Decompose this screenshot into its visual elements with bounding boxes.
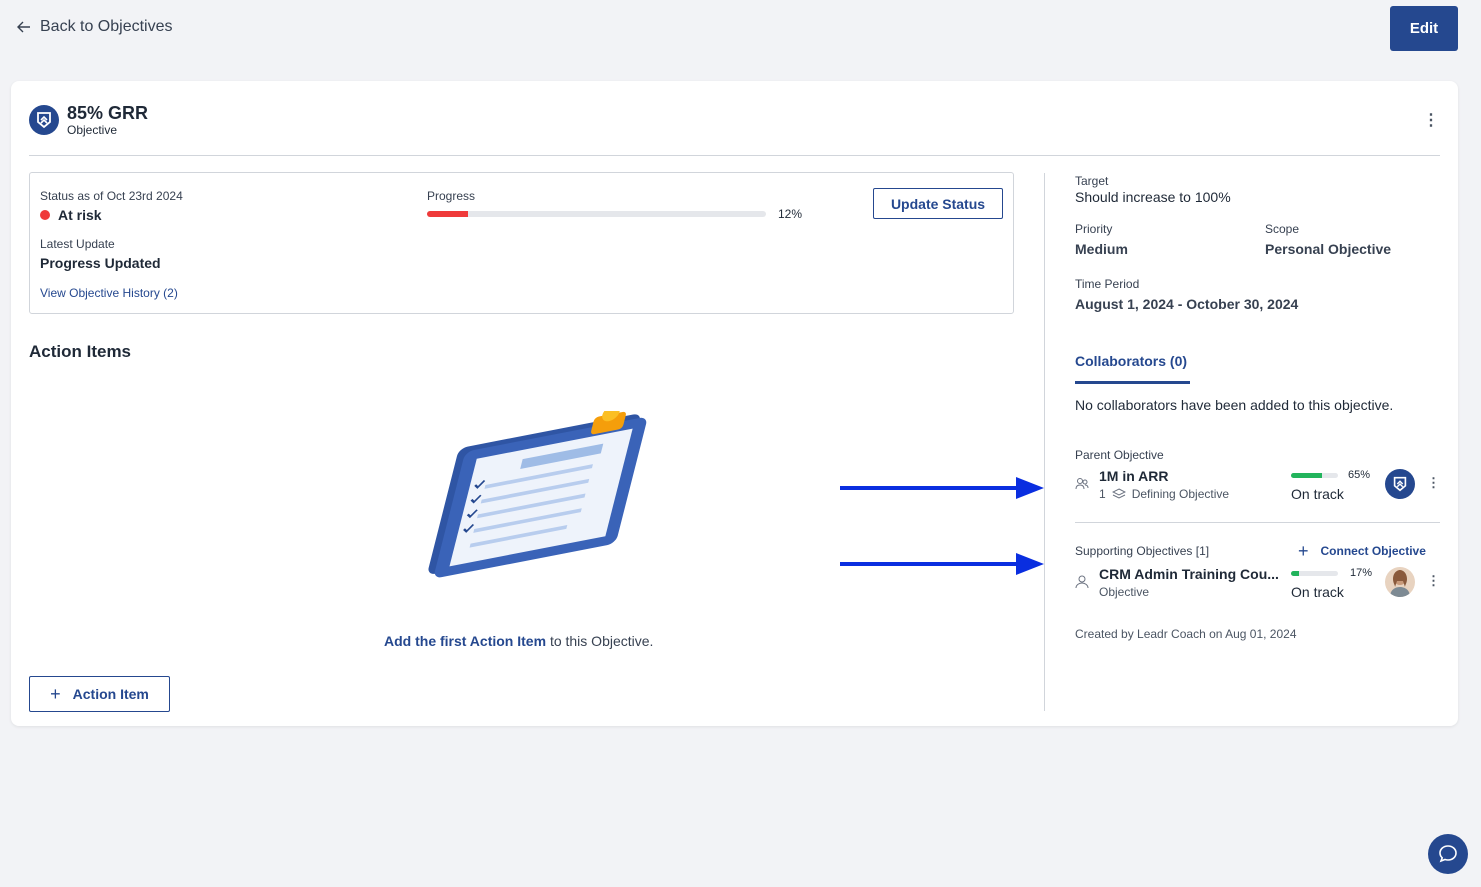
parent-objective-count: 1 bbox=[1099, 487, 1106, 501]
plus-icon: + bbox=[50, 684, 61, 704]
back-to-objectives-link[interactable]: Back to Objectives bbox=[16, 18, 173, 36]
supporting-progress-bar bbox=[1291, 571, 1338, 576]
connect-objective-label: Connect Objective bbox=[1320, 544, 1426, 558]
arrow-right-icon bbox=[840, 477, 1044, 499]
plus-icon: + bbox=[1298, 541, 1309, 561]
progress-bar bbox=[427, 211, 766, 217]
progress-percent: 12% bbox=[778, 207, 803, 221]
chat-bubble-icon bbox=[1439, 845, 1457, 863]
divider bbox=[29, 155, 1440, 156]
parent-status: On track bbox=[1291, 486, 1344, 502]
tab-collaborators[interactable]: Collaborators (0) bbox=[1075, 353, 1187, 369]
parent-objective-title[interactable]: 1M in ARR bbox=[1099, 468, 1168, 484]
scope-label: Scope bbox=[1265, 222, 1300, 236]
parent-progress-percent: 65% bbox=[1348, 469, 1371, 481]
scope-value: Personal Objective bbox=[1265, 241, 1392, 257]
parent-progress-fill bbox=[1291, 473, 1322, 478]
connect-objective-button[interactable]: + Connect Objective bbox=[1298, 542, 1426, 560]
update-status-button[interactable]: Update Status bbox=[873, 188, 1003, 219]
parent-objective-type: Defining Objective bbox=[1131, 487, 1230, 501]
divider bbox=[1075, 522, 1440, 523]
supporting-more-options-icon[interactable]: ⋮ bbox=[1427, 574, 1440, 587]
supporting-objective-title[interactable]: CRM Admin Training Cou... bbox=[1099, 566, 1279, 582]
person-icon bbox=[1075, 575, 1089, 589]
objective-type: Objective bbox=[67, 123, 118, 137]
supporting-objectives-label: Supporting Objectives [1] bbox=[1075, 544, 1210, 558]
no-collaborators-text: No collaborators have been added to this… bbox=[1075, 397, 1394, 413]
parent-objective-sub: 1 Defining Objective bbox=[1099, 487, 1229, 501]
vertical-divider bbox=[1044, 173, 1045, 711]
avatar bbox=[1385, 567, 1415, 597]
status-value: At risk bbox=[40, 207, 102, 223]
progress-label: Progress bbox=[427, 189, 476, 203]
add-action-item-button[interactable]: + Action Item bbox=[29, 676, 170, 712]
action-items-empty-state: Add the first Action Item to this Object… bbox=[384, 633, 653, 649]
target-value: Should increase to 100% bbox=[1075, 189, 1231, 205]
view-history-link[interactable]: View Objective History (2) bbox=[40, 286, 178, 300]
supporting-progress-fill bbox=[1291, 571, 1299, 576]
arrow-left-icon bbox=[17, 21, 30, 33]
team-icon bbox=[1075, 478, 1089, 490]
parent-progress-bar bbox=[1291, 473, 1338, 478]
at-risk-dot-icon bbox=[40, 210, 50, 220]
priority-value: Medium bbox=[1075, 241, 1128, 257]
objective-header: 85% GRR Objective bbox=[29, 103, 148, 137]
target-label: Target bbox=[1075, 174, 1109, 188]
add-action-item-label: Action Item bbox=[72, 686, 149, 702]
supporting-status: On track bbox=[1291, 584, 1344, 600]
help-chat-button[interactable] bbox=[1428, 834, 1468, 874]
tab-underline bbox=[1075, 381, 1190, 384]
add-first-action-item-link[interactable]: Add the first Action Item bbox=[384, 633, 546, 649]
supporting-progress-percent: 17% bbox=[1350, 567, 1373, 579]
parent-more-options-icon[interactable]: ⋮ bbox=[1427, 476, 1440, 489]
latest-update-label: Latest Update bbox=[40, 237, 115, 251]
arrow-right-icon bbox=[840, 553, 1044, 575]
time-period-label: Time Period bbox=[1075, 277, 1140, 291]
back-link-label: Back to Objectives bbox=[40, 18, 173, 35]
latest-update-value: Progress Updated bbox=[40, 255, 161, 271]
more-options-icon[interactable]: ⋮ bbox=[1423, 113, 1439, 129]
created-by-text: Created by Leadr Coach on Aug 01, 2024 bbox=[1075, 627, 1297, 641]
objective-card: 85% GRR Objective ⋮ Status as of Oct 23r… bbox=[11, 81, 1458, 726]
parent-objective-label: Parent Objective bbox=[1075, 448, 1164, 462]
priority-label: Priority bbox=[1075, 222, 1113, 236]
supporting-objective-type: Objective bbox=[1099, 585, 1150, 599]
objective-badge-icon bbox=[29, 105, 59, 135]
status-date-label: Status as of Oct 23rd 2024 bbox=[40, 189, 183, 203]
status-text: At risk bbox=[58, 207, 102, 223]
objective-avatar-icon bbox=[1385, 469, 1415, 499]
progress-bar-fill bbox=[427, 211, 468, 217]
status-panel: Status as of Oct 23rd 2024 At risk Lates… bbox=[29, 172, 1014, 314]
time-period-value: August 1, 2024 - October 30, 2024 bbox=[1075, 296, 1299, 312]
edit-button[interactable]: Edit bbox=[1390, 6, 1458, 51]
action-items-heading: Action Items bbox=[29, 342, 132, 361]
clipboard-illustration-icon bbox=[428, 411, 647, 578]
objective-title: 85% GRR bbox=[67, 103, 149, 123]
empty-state-suffix: to this Objective. bbox=[549, 633, 654, 649]
layers-icon bbox=[1111, 488, 1126, 499]
